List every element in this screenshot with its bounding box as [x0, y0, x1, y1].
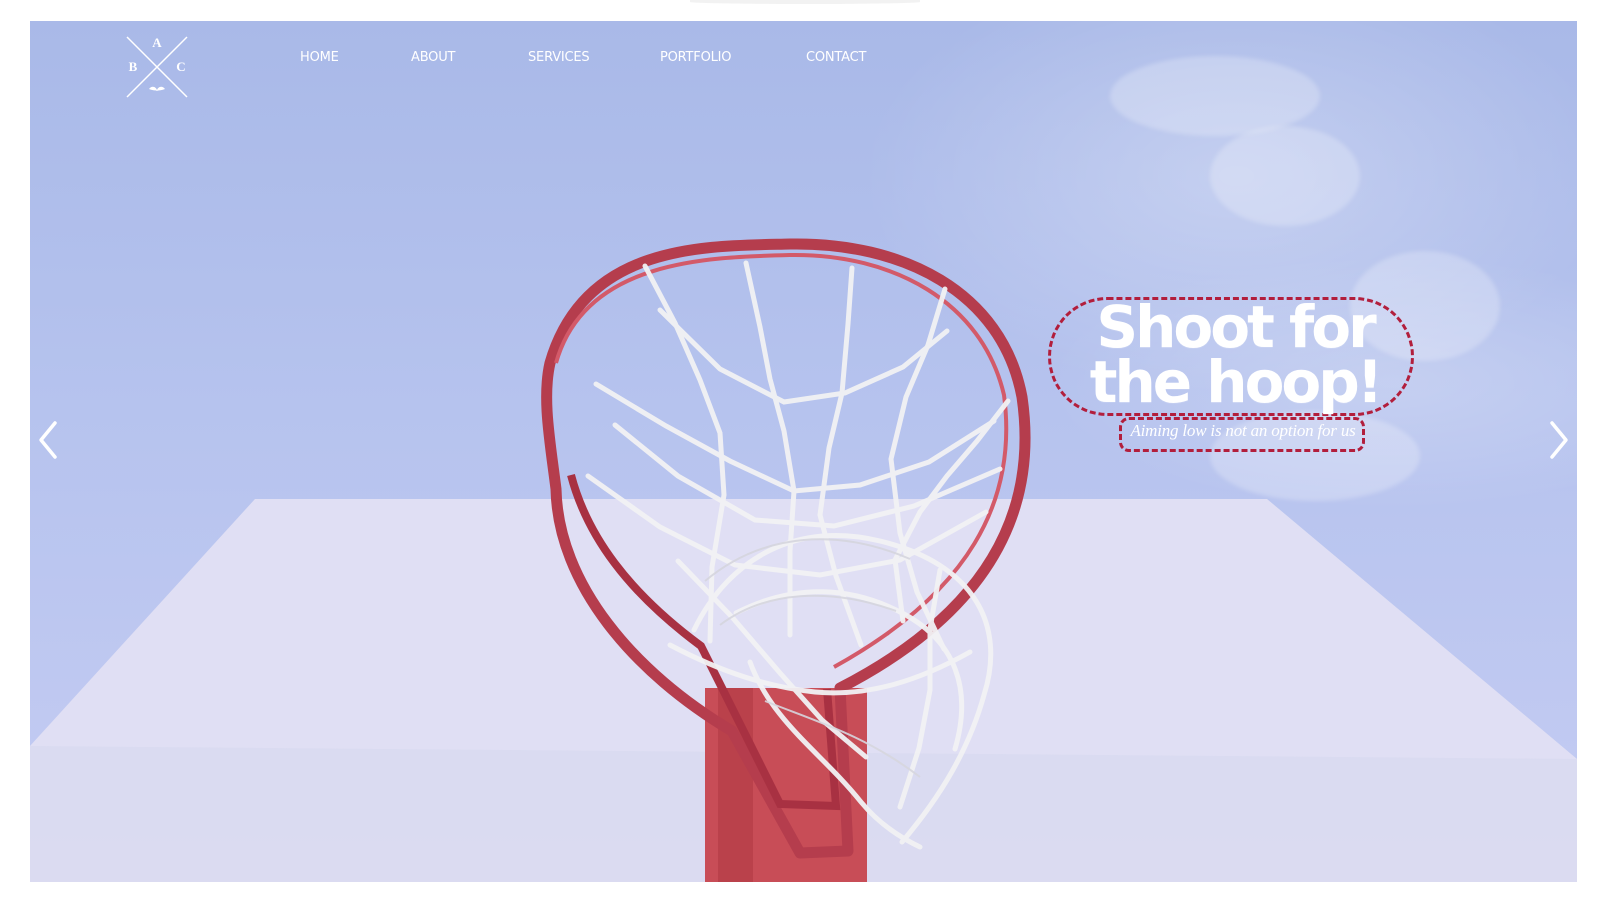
nav-portfolio-link[interactable]: PORTFOLIO: [660, 50, 806, 68]
nav-services-link[interactable]: SERVICES: [528, 50, 660, 68]
hero-slider: A B C HOME ABOUT SERVICES PORTFOLIO CONT…: [30, 21, 1577, 882]
hero-tagline: Aiming low is not an option for us: [1130, 421, 1356, 440]
next-slide-button[interactable]: [1544, 419, 1572, 461]
logo-letter-c: C: [176, 59, 185, 74]
nav-about-link[interactable]: ABOUT: [411, 50, 528, 68]
main-navigation: HOME ABOUT SERVICES PORTFOLIO CONTACT: [300, 50, 886, 68]
hero-headline: Shoot for the hoop!: [1089, 293, 1384, 416]
top-page-shadow: [690, 0, 920, 4]
previous-slide-button[interactable]: [35, 419, 63, 461]
nav-home-link[interactable]: HOME: [300, 50, 411, 68]
logo-letter-b: B: [129, 59, 138, 74]
chevron-right-icon: [1550, 421, 1568, 459]
logo-letter-a: A: [152, 35, 162, 50]
mustache-icon: [149, 86, 165, 91]
nav-contact-link[interactable]: CONTACT: [806, 50, 886, 68]
chevron-left-icon: [39, 421, 57, 459]
company-logo[interactable]: A B C: [125, 35, 189, 99]
